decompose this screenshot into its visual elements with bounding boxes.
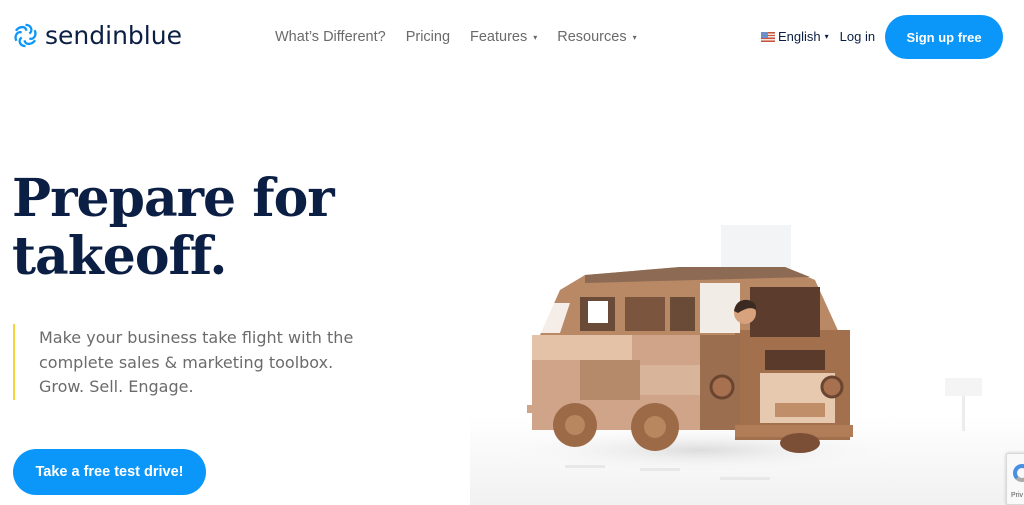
recaptcha-text: Priv [1011, 492, 1024, 499]
headlight [820, 375, 844, 399]
accent-bar [13, 324, 15, 400]
wooden-van-illustration [470, 225, 1024, 505]
background-sign-post [962, 396, 965, 431]
nav-resources[interactable]: Resources ▾ [557, 29, 636, 45]
van-window [750, 287, 820, 337]
van-shadow [480, 425, 920, 475]
hero-subtitle: Make your business take flight with the … [39, 326, 353, 400]
road-dash [640, 468, 680, 471]
caret-down-icon: ▾ [824, 32, 829, 41]
wood-panel [580, 360, 640, 400]
hero-subtitle-line: Make your business take flight with the [39, 328, 354, 347]
wood-panel [640, 365, 700, 395]
wheel-hub [565, 415, 585, 435]
nav-resources-label: Resources [557, 29, 627, 45]
headlight [709, 374, 735, 400]
nav-whats-different-label: What’s Different? [275, 29, 386, 45]
bumper [527, 405, 549, 413]
nav-pricing[interactable]: Pricing [406, 29, 450, 45]
road-dash [720, 477, 770, 480]
nav-features-label: Features [470, 29, 528, 45]
recaptcha-icon [1013, 464, 1024, 482]
language-selector[interactable]: English ▾ [761, 29, 829, 44]
login-link[interactable]: Log in [840, 29, 875, 44]
header-actions: English ▾ Log in [761, 29, 875, 44]
language-label: English [778, 29, 821, 44]
hero-subtitle-line: Grow. Sell. Engage. [39, 377, 194, 396]
wood-panel [532, 335, 632, 360]
van-window [625, 297, 665, 331]
signup-button[interactable]: Sign up free [885, 15, 1003, 59]
caret-down-icon: ▾ [632, 32, 637, 42]
wheel [780, 433, 820, 453]
nav-whats-different[interactable]: What’s Different? [275, 29, 386, 45]
nav-pricing-label: Pricing [405, 29, 451, 45]
van-window [700, 283, 740, 333]
wheel-hub [644, 416, 666, 438]
logo-text: sendinblue [45, 21, 182, 50]
main-nav: What’s Different? Pricing Features ▾ Res… [275, 29, 657, 45]
sendinblue-logo-icon [14, 23, 37, 48]
hero-title-line-2: takeoff. [12, 226, 227, 287]
sendinblue-logo[interactable]: sendinblue [12, 22, 182, 49]
site-header: sendinblue What’s Different? Pricing Fea… [0, 0, 1024, 75]
wood-panel [775, 403, 825, 417]
hero-subtitle-line: complete sales & marketing toolbox. [39, 352, 334, 372]
background-sign [945, 378, 982, 396]
caret-down-icon: ▾ [533, 32, 538, 42]
nav-features[interactable]: Features ▾ [470, 29, 537, 45]
free-test-drive-button[interactable]: Take a free test drive! [13, 449, 206, 495]
us-flag-icon [761, 31, 775, 42]
wood-panel [765, 350, 825, 370]
van-window [588, 301, 608, 323]
recaptcha-badge[interactable]: Priv [1006, 453, 1024, 505]
road-dash [565, 465, 605, 468]
hero-title-line-1: Prepare for [12, 168, 335, 229]
van-window [670, 297, 695, 331]
hero-title: Prepare for takeoff. [12, 168, 335, 287]
